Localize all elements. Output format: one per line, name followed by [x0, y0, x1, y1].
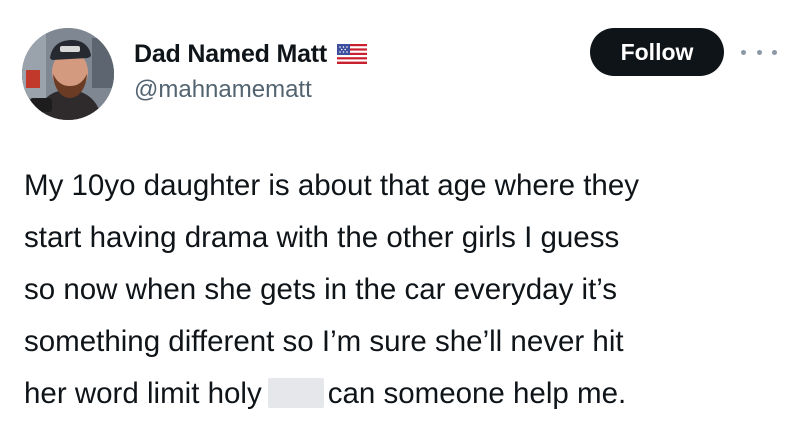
censored-word-block	[267, 378, 324, 408]
tweet-card: Dad Named Matt @mahnamematt Follow My 10…	[0, 0, 800, 430]
author-handle[interactable]: @mahnamematt	[134, 76, 312, 104]
tweet-text-before-censor: her word limit holy	[24, 377, 262, 410]
us-flag-icon	[337, 44, 368, 64]
tweet-line: My 10yo daughter is about that age where…	[24, 169, 639, 202]
tweet-line-last: her word limit holy can someone help me.	[24, 368, 784, 420]
author-avatar[interactable]	[22, 28, 114, 120]
more-options-icon[interactable]	[741, 45, 777, 59]
avatar-photo-icon	[22, 28, 114, 120]
tweet-text: My 10yo daughter is about that age where…	[24, 160, 784, 420]
follow-button[interactable]: Follow	[590, 28, 724, 76]
author-name-row[interactable]: Dad Named Matt	[134, 38, 368, 70]
tweet-line: something different so I’m sure she’ll n…	[24, 325, 624, 358]
author-display-name[interactable]: Dad Named Matt	[134, 40, 327, 69]
tweet-line: so now when she gets in the car everyday…	[24, 273, 618, 306]
tweet-text-after-censor: can someone help me.	[327, 377, 627, 410]
tweet-line: start having drama with the other girls …	[24, 221, 620, 254]
